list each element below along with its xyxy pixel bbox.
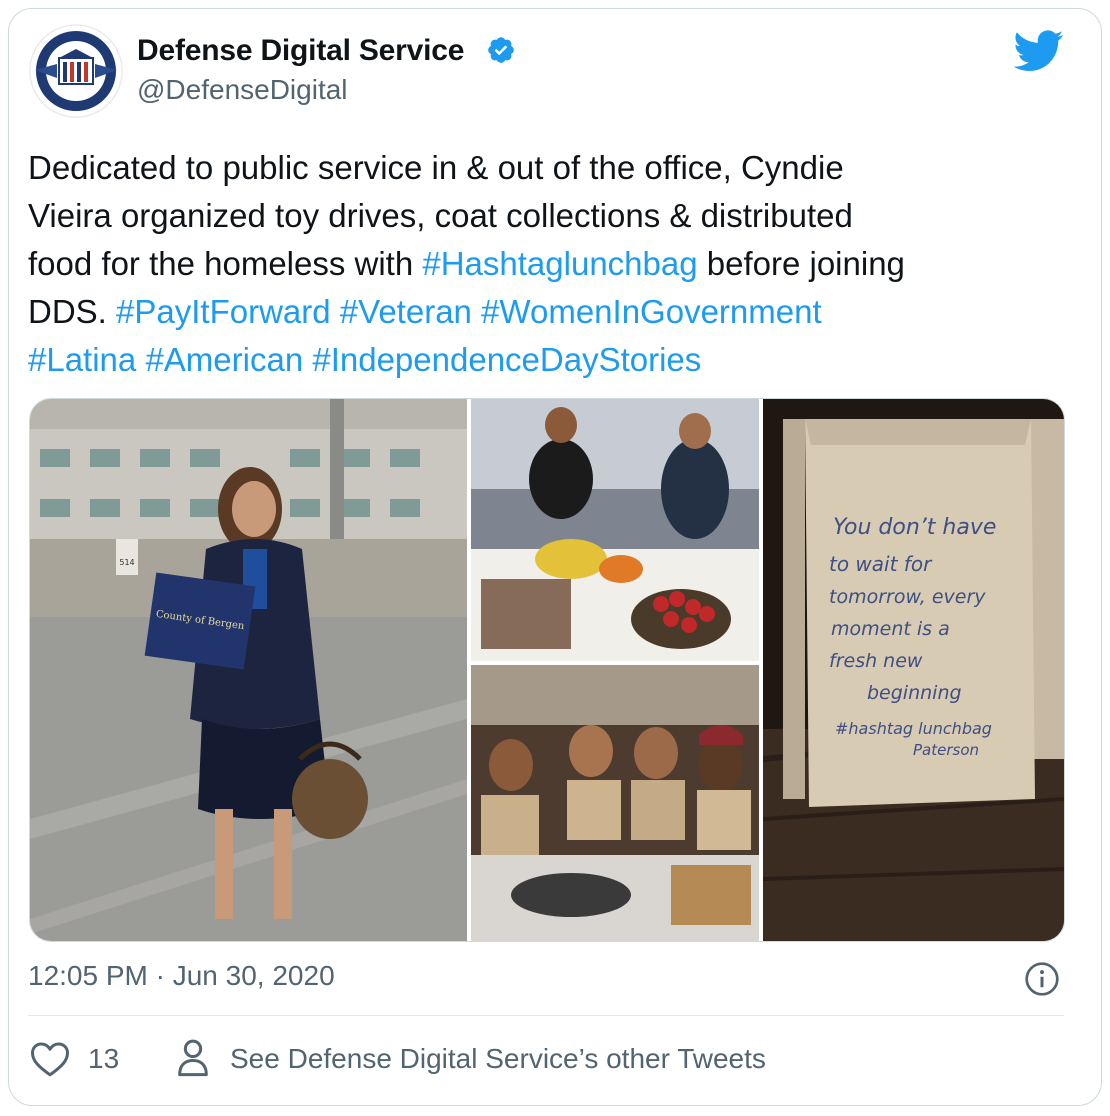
tweet-text-segment: food for the homeless with [28, 245, 423, 282]
person-icon [178, 1039, 208, 1077]
tweet-text: Dedicated to public service in & out of … [28, 144, 1068, 384]
tweet-text-segment: before joining [697, 245, 905, 282]
hashtag-link[interactable]: #Veteran [340, 293, 472, 330]
hashtag-link[interactable]: #American [145, 341, 303, 378]
tweet-text-line: #Latina #American #IndependenceDayStorie… [28, 336, 1068, 384]
author-handle[interactable]: @DefenseDigital [137, 74, 348, 106]
verified-badge-icon [488, 37, 514, 63]
tweet-text-segment: Vieira organized toy drives, coat collec… [28, 197, 853, 234]
author-name[interactable]: Defense Digital Service [137, 34, 464, 68]
media-grid[interactable]: 514 County of Bergen You don’t have to w… [29, 398, 1065, 942]
svg-text:tomorrow, every: tomorrow, every [829, 586, 986, 608]
hashtag-link[interactable]: #IndependenceDayStories [312, 341, 701, 378]
hashtag-link[interactable]: #Latina [28, 341, 136, 378]
tweet-text-line: DDS. #PayItForward #Veteran #WomenInGove… [28, 288, 1068, 336]
svg-text:You don’t have: You don’t have [833, 515, 996, 540]
photo-woman-with-certificate[interactable]: 514 County of Bergen [30, 399, 467, 941]
tweet-timestamp[interactable]: 12:05 PM · Jun 30, 2020 [28, 960, 335, 992]
tweet-text-segment: Dedicated to public service in & out of … [28, 149, 844, 186]
svg-text:#hashtag lunchbag: #hashtag lunchbag [835, 719, 992, 738]
tweet-text-segment [331, 293, 340, 330]
photo-food-distribution[interactable] [471, 399, 759, 661]
tweet-text-segment: DDS. [28, 293, 117, 330]
photo-lunchbag-note[interactable]: You don’t have to wait for tomorrow, eve… [763, 399, 1064, 941]
tweet-text-line: Vieira organized toy drives, coat collec… [28, 192, 1068, 240]
svg-text:Paterson: Paterson [913, 741, 979, 759]
tweet-text-line: food for the homeless with #Hashtaglunch… [28, 240, 1068, 288]
photo-children-with-lunchbags[interactable] [471, 665, 759, 941]
avatar[interactable] [29, 24, 123, 118]
hashtag-link[interactable]: #PayItForward [116, 293, 331, 330]
divider [28, 1015, 1064, 1016]
tweet-text-line: Dedicated to public service in & out of … [28, 144, 1068, 192]
svg-text:to wait for: to wait for [829, 552, 933, 576]
like-count[interactable]: 13 [88, 1043, 119, 1075]
info-icon[interactable] [1024, 961, 1060, 997]
tweet-text-segment [303, 341, 312, 378]
hashtag-link[interactable]: #Hashtaglunchbag [422, 245, 697, 282]
tweet-text-segment [472, 293, 481, 330]
svg-text:beginning: beginning [867, 682, 962, 704]
heart-icon[interactable] [30, 1040, 70, 1078]
twitter-bird-icon[interactable] [1014, 30, 1064, 72]
parking-sign-number: 514 [119, 558, 134, 567]
see-other-tweets-link[interactable]: See Defense Digital Service’s other Twee… [230, 1043, 766, 1075]
hashtag-link[interactable]: #WomenInGovernment [481, 293, 822, 330]
svg-text:moment is a: moment is a [831, 618, 950, 640]
svg-text:fresh new: fresh new [829, 650, 923, 672]
